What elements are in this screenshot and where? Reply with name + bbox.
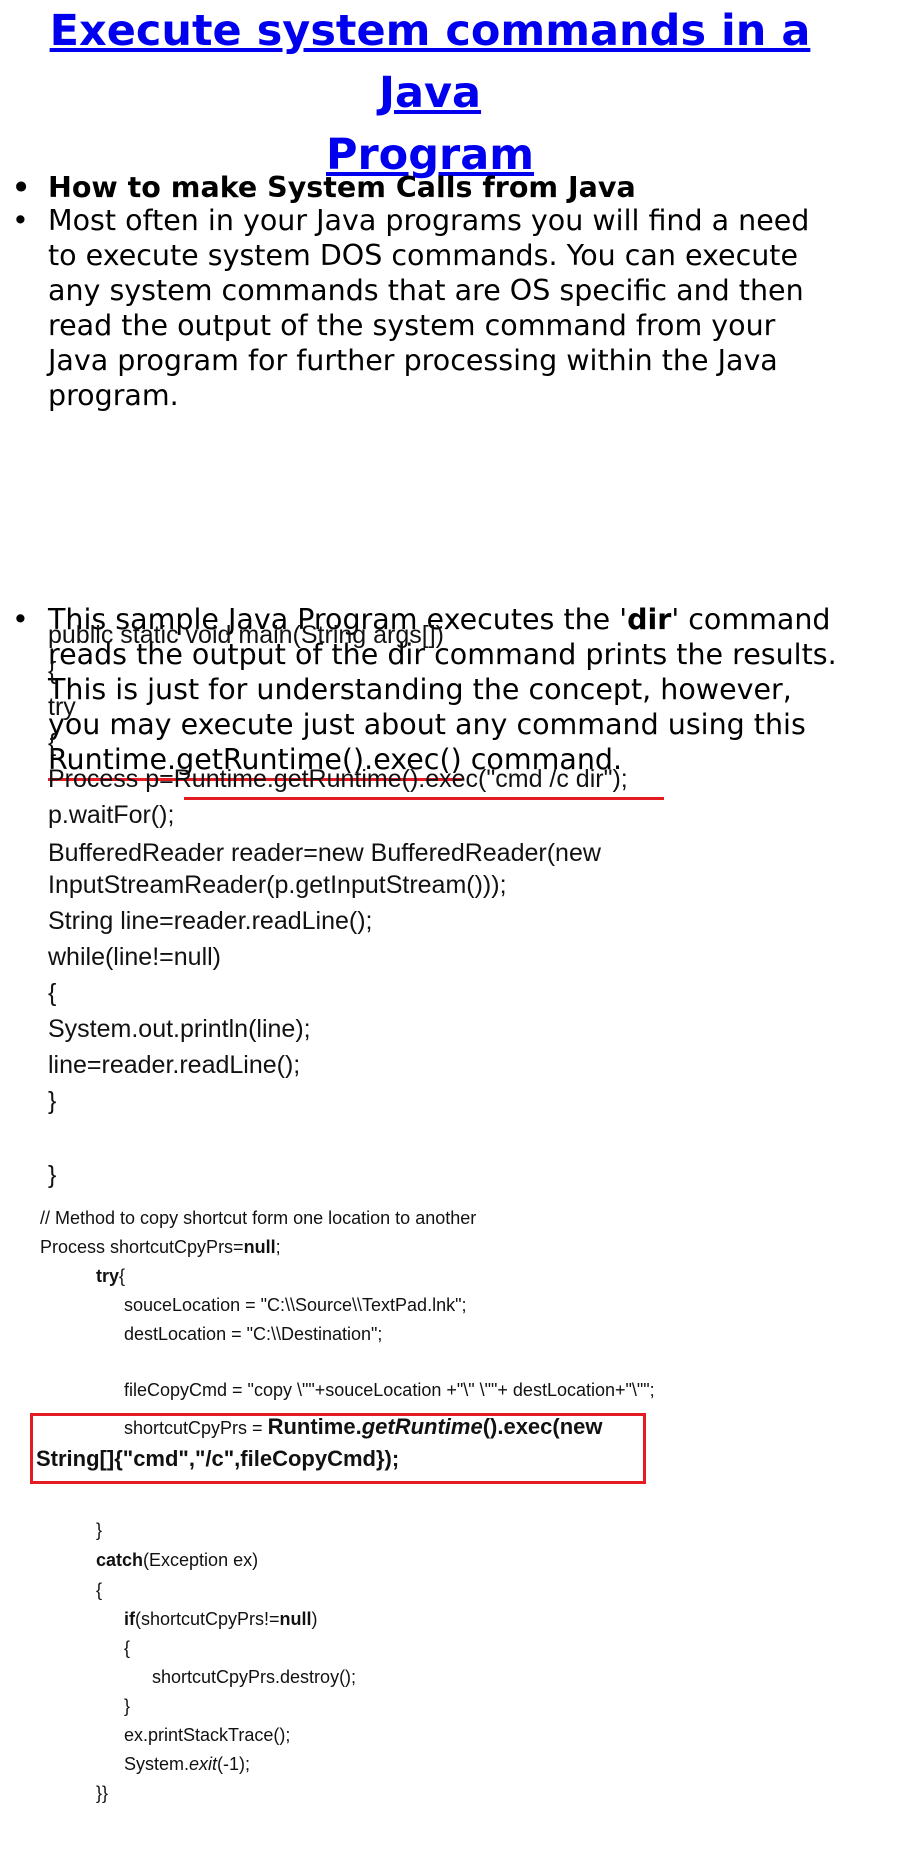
- code-line: fileCopyCmd = "copy \""+souceLocation +"…: [124, 1380, 655, 1400]
- text-fragment: {: [119, 1266, 126, 1286]
- code-line: try{: [96, 1266, 125, 1287]
- text-fragment: (-1);: [217, 1754, 251, 1774]
- code-line: }: [124, 1696, 131, 1716]
- code-line: {: [48, 979, 57, 1007]
- code-line: public static void main(String args[]): [48, 621, 444, 649]
- bullet-line: program.: [48, 379, 179, 412]
- code-line: {: [48, 729, 57, 757]
- code-line: }: [48, 1087, 57, 1115]
- code-line: BufferedReader reader=new BufferedReader…: [48, 839, 601, 867]
- try-keyword: try: [96, 1266, 120, 1286]
- text-fragment: ;: [275, 1237, 281, 1257]
- code-line: souceLocation = "C:\\Source\\TextPad.lnk…: [124, 1295, 467, 1315]
- bullet-description: • Most often in your Java programs you w…: [10, 203, 809, 413]
- bullet-line: Java program for further processing with…: [48, 344, 778, 377]
- code-line: {: [96, 1580, 103, 1600]
- text-fragment: ): [311, 1609, 318, 1629]
- catch-keyword: catch: [96, 1550, 144, 1570]
- bullet-line: any system commands that are OS specific…: [48, 274, 804, 307]
- code-line: String line=reader.readLine();: [48, 907, 373, 935]
- bullet-line: Most often in your Java programs you wil…: [48, 204, 810, 237]
- code-line: try: [48, 693, 76, 721]
- code-line: catch(Exception ex): [96, 1550, 258, 1571]
- text-fragment: ' command: [671, 603, 831, 636]
- code-line: InputStreamReader(p.getInputStream()));: [48, 871, 507, 899]
- code-line: {: [48, 657, 57, 685]
- code-line: Process shortcutCpyPrs=null;: [40, 1237, 281, 1258]
- bullet-dot-icon: •: [12, 603, 29, 636]
- code-line: System.out.println(line);: [48, 1015, 311, 1043]
- text-fragment: exit: [189, 1754, 218, 1774]
- bullet-line: read the output of the system command fr…: [48, 309, 776, 342]
- text-fragment: System.: [124, 1754, 190, 1774]
- code-line-exec: Process p=Runtime.getRuntime().exec("cmd…: [48, 765, 628, 793]
- exec-highlight-box: [30, 1413, 646, 1484]
- bullet-heading: • How to make System Calls from Java: [10, 170, 636, 205]
- bullet-line: This is just for understanding the conce…: [48, 673, 792, 706]
- code-line: System.exit(-1);: [124, 1754, 250, 1775]
- code-line: }: [48, 1161, 57, 1189]
- exec-underline: [184, 797, 664, 800]
- code-line: line=reader.readLine();: [48, 1051, 301, 1079]
- bullet-line: you may execute just about any command u…: [48, 708, 806, 741]
- text-fragment: (Exception ex): [143, 1550, 259, 1570]
- code-line: destLocation = "C:\\Destination";: [124, 1324, 383, 1344]
- bullet-heading-text: How to make System Calls from Java: [48, 171, 636, 204]
- code-line: }: [96, 1520, 103, 1540]
- bullet-dot-icon: •: [12, 171, 31, 204]
- code-line: {: [124, 1638, 131, 1658]
- text-fragment: Process shortcutCpyPrs=: [40, 1237, 244, 1257]
- code-line: ex.printStackTrace();: [124, 1725, 291, 1745]
- bullet-line: to execute system DOS commands. You can …: [48, 239, 799, 272]
- if-keyword: if: [124, 1609, 135, 1629]
- code-line: p.waitFor();: [48, 801, 175, 829]
- text-fragment: (shortcutCpyPrs!=: [135, 1609, 280, 1629]
- code-line: }}: [96, 1783, 109, 1803]
- code-comment: // Method to copy shortcut form one loca…: [40, 1208, 477, 1228]
- null-keyword: null: [279, 1609, 312, 1629]
- page-title: Execute system commands in a Java Progra…: [0, 0, 860, 186]
- bullet-dot-icon: •: [12, 204, 29, 237]
- page-title-line1: Execute system commands in a Java: [49, 6, 811, 118]
- code-line: while(line!=null): [48, 943, 221, 971]
- code-line: if(shortcutCpyPrs!=null): [124, 1609, 318, 1630]
- null-keyword: null: [243, 1237, 276, 1257]
- dir-keyword: dir: [627, 603, 672, 636]
- code-line: shortcutCpyPrs.destroy();: [152, 1667, 357, 1687]
